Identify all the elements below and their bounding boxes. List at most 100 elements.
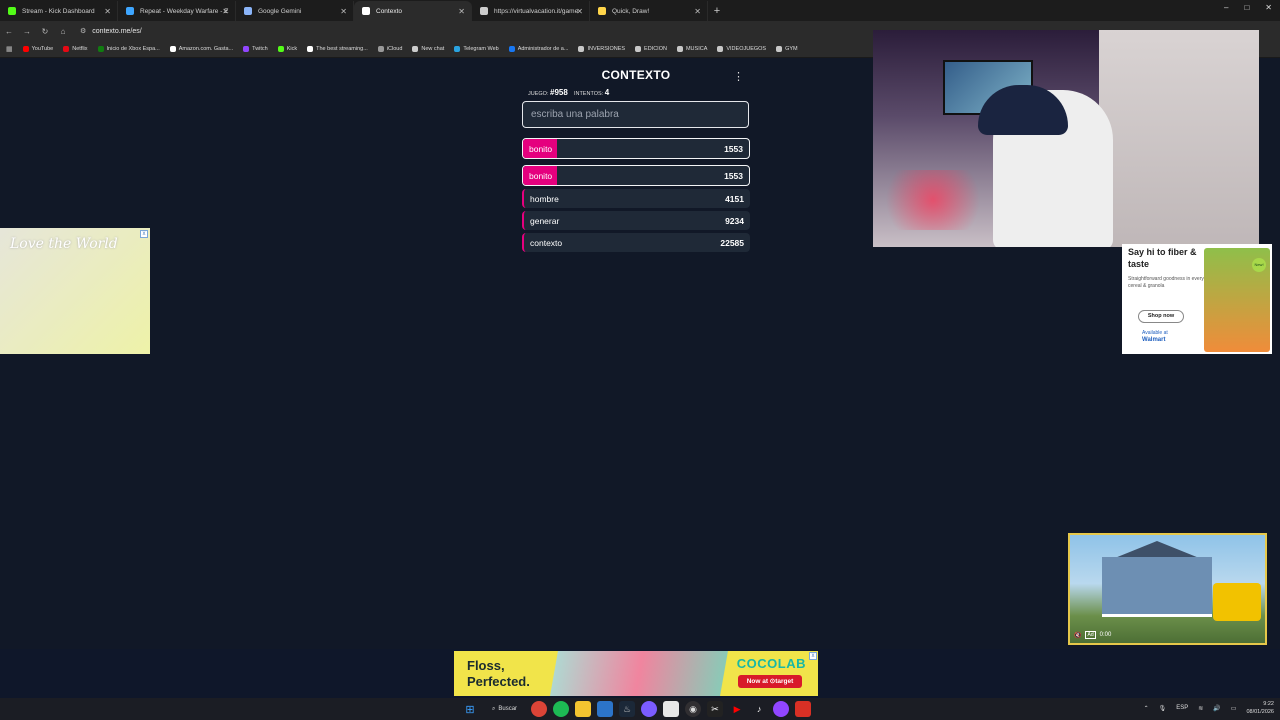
browser-tab[interactable]: https://virtualvacation.it/game ✕: [472, 1, 590, 21]
maximize-button[interactable]: □: [1244, 3, 1249, 12]
language-indicator[interactable]: ESP: [1176, 705, 1188, 711]
tab-title: Stream - Kick Dashboard: [22, 7, 95, 15]
chrome-icon[interactable]: [531, 701, 548, 717]
bookmark-label: Netflix: [72, 46, 88, 52]
tab-close-icon[interactable]: ✕: [340, 7, 347, 16]
bookmark-item[interactable]: Administrador de a...: [508, 46, 568, 52]
url-field[interactable]: ⚙ contexto.me/es/: [80, 27, 142, 36]
mute-icon[interactable]: 🔇: [1074, 632, 1081, 639]
bookmark-item[interactable]: MUSICA: [676, 46, 708, 52]
youtube-icon[interactable]: ▶: [729, 701, 745, 717]
battery-icon[interactable]: ▭: [1231, 705, 1237, 712]
bookmark-item[interactable]: GYM: [776, 46, 798, 52]
video-controls: 🔇 Ad 0:00: [1074, 631, 1111, 639]
bookmark-item[interactable]: VIDEOJUEGOS: [717, 46, 766, 52]
game-number: #958: [550, 88, 568, 97]
tiktok-icon[interactable]: ♪: [751, 701, 767, 717]
forward-button[interactable]: →: [18, 27, 36, 36]
video-ad[interactable]: 🔇 Ad 0:00: [1068, 533, 1267, 645]
taskbar: ⊞ ⌕ Buscar ♨ ◉ ✂ ▶ ♪ ⌃ 🎙 ESP ≋ 🔊 ▭ 9:22 …: [0, 698, 1280, 720]
bookmark-item[interactable]: EDICION: [635, 46, 667, 52]
steam-icon[interactable]: ♨: [619, 701, 636, 717]
browser-tab-bar: Stream - Kick Dashboard ✕ Repeat - Weekday…: [0, 0, 1280, 21]
webcam-glow: [873, 170, 993, 230]
bookmark-item[interactable]: INVERSIONES: [578, 46, 625, 52]
bookmark-label: Amazon.com. Gasta...: [178, 46, 234, 52]
browser-tab[interactable]: Stream - Kick Dashboard ✕: [0, 1, 118, 21]
guess-word: bonito: [529, 170, 553, 181]
bookmark-label: Kick: [286, 46, 298, 52]
guess-input[interactable]: escriba una palabra: [522, 101, 749, 128]
bookmark-icon: [635, 46, 642, 52]
volume-icon[interactable]: 🔊: [1213, 705, 1220, 712]
bookmark-label: MUSICA: [685, 46, 708, 52]
bookmark-item[interactable]: iCloud: [377, 46, 402, 52]
bookmark-item[interactable]: Telegram Web: [454, 46, 499, 52]
site-info-icon[interactable]: ⚙: [80, 27, 86, 35]
right-banner-ad[interactable]: Say hi to fiber & taste Straightforward …: [1122, 244, 1272, 354]
spotify-icon[interactable]: [553, 701, 570, 717]
tab-close-icon[interactable]: ✕: [104, 7, 111, 16]
last-guess-rank: 1553: [724, 143, 743, 154]
bookmark-item[interactable]: Netflix: [63, 46, 88, 52]
notepad-icon[interactable]: [663, 701, 680, 717]
bookmark-item[interactable]: YouTube: [22, 46, 53, 52]
browser-tab[interactable]: Repeat - Weekday Warfare - E ✕: [118, 1, 236, 21]
minimize-button[interactable]: –: [1224, 3, 1228, 12]
twitch-icon[interactable]: [773, 701, 790, 717]
bookmark-item[interactable]: Inicio de Xbox Espa...: [97, 46, 160, 52]
close-window-button[interactable]: ✕: [1265, 3, 1272, 12]
clock-date: 08/01/2026: [1246, 709, 1274, 715]
bottom-banner-ad[interactable]: Floss, Perfected. COCOLAB Now at ⊙target…: [454, 651, 818, 696]
floss-product-image: [550, 651, 728, 696]
ad-availability: Available at Walmart: [1142, 330, 1168, 344]
tab-close-icon[interactable]: ✕: [458, 7, 465, 16]
bookmark-icon: [97, 46, 104, 52]
apps-icon[interactable]: ▦: [6, 45, 13, 53]
bookmark-label: Telegram Web: [463, 46, 499, 52]
retailer-name: Walmart: [1142, 337, 1166, 343]
system-tray: ⌃ 🎙 ESP ≋ 🔊 ▭ 9:22 08/01/2026: [1144, 700, 1274, 716]
search-icon: ⌕: [492, 705, 496, 712]
browser-tab[interactable]: Quick, Draw! ✕: [590, 1, 708, 21]
menu-icon[interactable]: ⋮: [733, 70, 744, 83]
bookmark-item[interactable]: The best streaming...: [307, 46, 368, 52]
new-tab-button[interactable]: +: [708, 1, 726, 21]
bookmark-item[interactable]: Amazon.com. Gasta...: [169, 46, 234, 52]
ad-close-icon[interactable]: x: [140, 230, 148, 238]
ad-close-icon[interactable]: x: [809, 652, 817, 660]
obs-icon[interactable]: ◉: [685, 701, 702, 717]
bookmark-label: VIDEOJUEGOS: [726, 46, 767, 52]
left-banner-ad[interactable]: Love the World x: [0, 228, 150, 354]
browser-tab[interactable]: Google Gemini ✕: [236, 1, 354, 21]
tab-close-icon[interactable]: ✕: [576, 7, 583, 16]
capcut-icon[interactable]: ✂: [707, 701, 724, 717]
taskbar-apps: ⊞ ⌕ Buscar ♨ ◉ ✂ ▶ ♪: [462, 701, 812, 717]
bookmark-item[interactable]: Twitch: [243, 46, 268, 52]
browser-tab[interactable]: Contexto ✕: [354, 1, 472, 21]
ad-body: Straightforward goodness in every cereal…: [1128, 276, 1204, 289]
wifi-icon[interactable]: ≋: [1198, 705, 1203, 712]
calendar-icon[interactable]: [795, 701, 812, 717]
tab-close-icon[interactable]: ✕: [694, 7, 701, 16]
mail-icon[interactable]: [597, 701, 614, 717]
messenger-icon[interactable]: [641, 701, 658, 717]
tray-chevron-icon[interactable]: ⌃: [1144, 705, 1149, 712]
home-button[interactable]: ⌂: [54, 27, 72, 36]
shop-now-button[interactable]: Shop now: [1138, 310, 1184, 323]
back-button[interactable]: ←: [0, 27, 18, 36]
file-explorer-icon[interactable]: [575, 701, 592, 717]
taskbar-search[interactable]: ⌕ Buscar: [484, 701, 525, 717]
guess-word: hombre: [530, 193, 559, 204]
bookmark-item[interactable]: New chat: [412, 46, 444, 52]
clock[interactable]: 9:22 08/01/2026: [1246, 700, 1274, 716]
reload-button[interactable]: ↻: [36, 27, 54, 36]
ad-logo: Love the World: [10, 236, 118, 252]
tray-mic-icon[interactable]: 🎙: [1159, 705, 1167, 712]
bookmark-item[interactable]: Kick: [277, 46, 298, 52]
bookmark-icon: [578, 46, 585, 52]
windows-start-icon[interactable]: ⊞: [462, 701, 478, 717]
bottom-ad-cta[interactable]: Now at ⊙target: [738, 675, 802, 688]
tab-close-icon[interactable]: ✕: [222, 7, 229, 16]
attempts-count: 4: [604, 88, 610, 97]
